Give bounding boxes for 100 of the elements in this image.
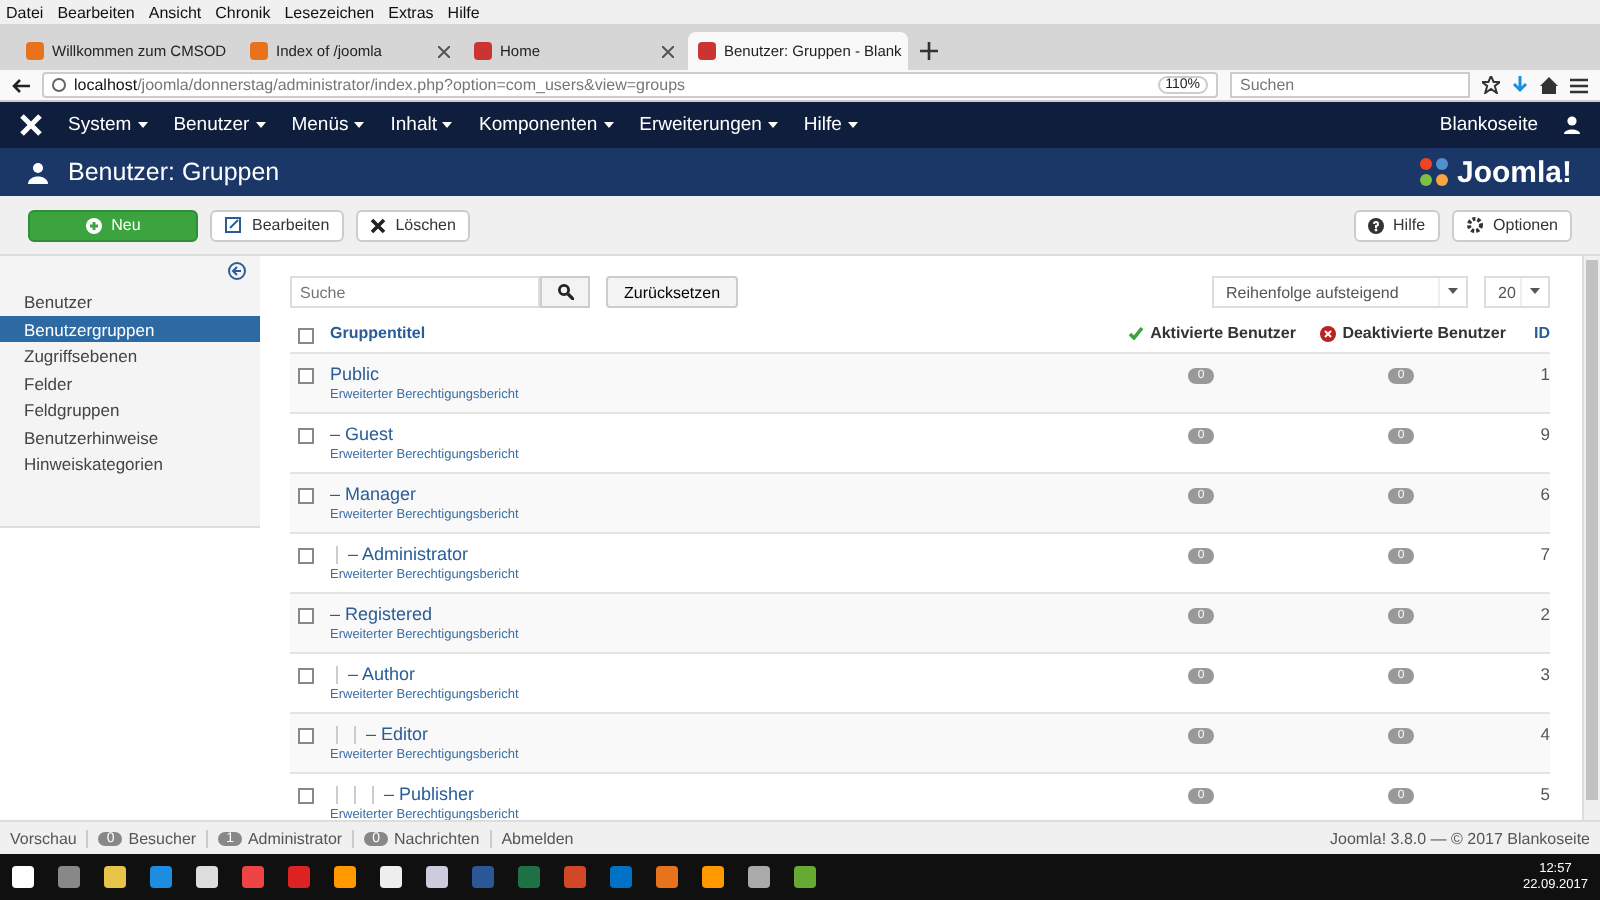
id-cell-text: 9: [1538, 424, 1550, 444]
nav-menu-item[interactable]: Erweiterungen: [639, 114, 778, 136]
collapse-icon[interactable]: [228, 262, 246, 280]
logout-link[interactable]: Abmelden: [501, 829, 574, 847]
sidebar-item[interactable]: Felder: [0, 369, 260, 396]
taskbar-app-icon[interactable]: [656, 866, 678, 888]
nav-menu-item[interactable]: Inhalt: [390, 114, 453, 136]
menu-item[interactable]: Lesezeichen: [284, 3, 375, 21]
taskbar-app-icon[interactable]: [58, 866, 80, 888]
ordering-select[interactable]: Reihenfolge aufsteigend: [1212, 276, 1468, 308]
taskbar-app-icon[interactable]: [288, 866, 310, 888]
taskbar-app-icon[interactable]: [104, 866, 126, 888]
menu-item[interactable]: Bearbeiten: [57, 3, 135, 21]
plus-icon[interactable]: [920, 42, 938, 60]
caret-icon: [255, 121, 266, 129]
id-cell-text: 1: [1538, 364, 1550, 384]
star-icon[interactable]: [1482, 76, 1500, 94]
status-label[interactable]: Besucher: [128, 829, 197, 847]
column-header: Aktivierte Benutzer: [1106, 324, 1296, 342]
id-cell-text: 7: [1538, 544, 1550, 564]
toolbar-button[interactable]: Hilfe: [1353, 209, 1440, 241]
taskbar-app-icon[interactable]: [242, 866, 264, 888]
search-field[interactable]: Suche: [290, 276, 540, 308]
group-title-link[interactable]: – Administrator: [348, 544, 469, 564]
limit-select[interactable]: 20: [1484, 276, 1550, 308]
menu-icon[interactable]: [1570, 77, 1588, 93]
nav-menu-item[interactable]: Benutzer: [173, 114, 266, 136]
column-header[interactable]: Gruppentitel: [330, 324, 1106, 342]
caret-icon: [847, 121, 858, 129]
menu-item[interactable]: Hilfe: [447, 3, 480, 21]
home-icon[interactable]: [1540, 76, 1558, 94]
menu-item[interactable]: Ansicht: [148, 3, 202, 21]
preview-link[interactable]: Vorschau: [10, 829, 89, 847]
group-title-link[interactable]: – Registered: [330, 604, 433, 624]
download-icon[interactable]: [1512, 76, 1528, 94]
sidebar-item[interactable]: Zugriffsebenen: [0, 342, 260, 369]
status-label[interactable]: Nachrichten: [394, 829, 480, 847]
checkbox[interactable]: [298, 488, 314, 504]
nav-menu-item[interactable]: Komponenten: [478, 114, 614, 136]
caret-icon: [1530, 288, 1540, 296]
group-title-link[interactable]: – Manager: [330, 484, 417, 504]
caret-icon: [603, 121, 614, 129]
copyright-text: Joomla! 3.8.0 — © 2017 Blankoseite: [1330, 829, 1590, 847]
id-cell-text: 4: [1538, 724, 1550, 744]
taskbar-app-icon[interactable]: [794, 866, 816, 888]
favicon-icon: [474, 42, 492, 60]
taskbar-app-icon[interactable]: [610, 866, 632, 888]
group-title-link[interactable]: Public: [330, 364, 380, 384]
sidebar-item[interactable]: Benutzerhinweise: [0, 423, 260, 450]
taskbar-app-icon[interactable]: [426, 866, 448, 888]
sidebar-item[interactable]: Hinweiskategorien: [0, 450, 260, 477]
search-field[interactable]: Suchen: [1230, 72, 1470, 98]
taskbar-app-icon[interactable]: [150, 866, 172, 888]
column-header[interactable]: ID: [1506, 324, 1550, 342]
toolbar-button[interactable]: Optionen: [1451, 209, 1572, 241]
nav-menu-item[interactable]: Menüs: [291, 114, 365, 136]
checkbox[interactable]: [298, 788, 314, 804]
help-icon: [1367, 217, 1384, 233]
search-icon: [557, 284, 573, 300]
back-arrow-icon[interactable]: [12, 77, 30, 93]
taskbar-app-icon[interactable]: [564, 866, 586, 888]
sidebar-item[interactable]: Benutzer: [0, 288, 260, 315]
caret-icon: [442, 121, 453, 129]
checkbox[interactable]: [298, 368, 314, 384]
group-title-link[interactable]: – Author: [348, 664, 416, 684]
checkbox[interactable]: [298, 608, 314, 624]
checkbox[interactable]: [298, 548, 314, 564]
checkbox[interactable]: [298, 668, 314, 684]
toolbar-button[interactable]: Löschen: [355, 209, 470, 241]
taskbar-app-icon[interactable]: [380, 866, 402, 888]
sidebar-item[interactable]: Benutzergruppen: [0, 315, 260, 342]
menu-item[interactable]: Datei: [6, 3, 44, 21]
favicon-icon: [250, 42, 268, 60]
checkbox[interactable]: [298, 428, 314, 444]
nav-menu-item[interactable]: System: [68, 114, 148, 136]
group-title-link[interactable]: – Editor: [366, 724, 429, 744]
checkbox[interactable]: [298, 327, 314, 343]
close-icon: [369, 217, 386, 233]
taskbar-app-icon[interactable]: [196, 866, 218, 888]
taskbar-app-icon[interactable]: [702, 866, 724, 888]
menu-item[interactable]: Chronik: [215, 3, 271, 21]
site-link[interactable]: Blankoseite: [1439, 114, 1538, 136]
toolbar-button[interactable]: Bearbeiten: [210, 209, 344, 241]
menu-item[interactable]: Extras: [388, 3, 434, 21]
checkbox[interactable]: [298, 728, 314, 744]
taskbar-app-icon[interactable]: [12, 866, 34, 888]
reset-button[interactable]: Zurücksetzen: [606, 276, 739, 308]
close-icon[interactable]: [662, 45, 674, 57]
user-icon[interactable]: [1564, 116, 1580, 134]
sidebar-item[interactable]: Feldgruppen: [0, 396, 260, 423]
group-title-link[interactable]: – Guest: [330, 424, 394, 444]
search-button[interactable]: [540, 276, 590, 308]
taskbar-app-icon[interactable]: [334, 866, 356, 888]
group-title-link[interactable]: – Publisher: [384, 784, 475, 804]
users-icon: [28, 161, 50, 183]
nav-menu-item[interactable]: Hilfe: [803, 114, 858, 136]
edit-icon: [224, 216, 242, 234]
status-label[interactable]: Administrator: [247, 829, 343, 847]
taskbar-app-icon[interactable]: [748, 866, 770, 888]
close-icon[interactable]: [438, 45, 450, 57]
